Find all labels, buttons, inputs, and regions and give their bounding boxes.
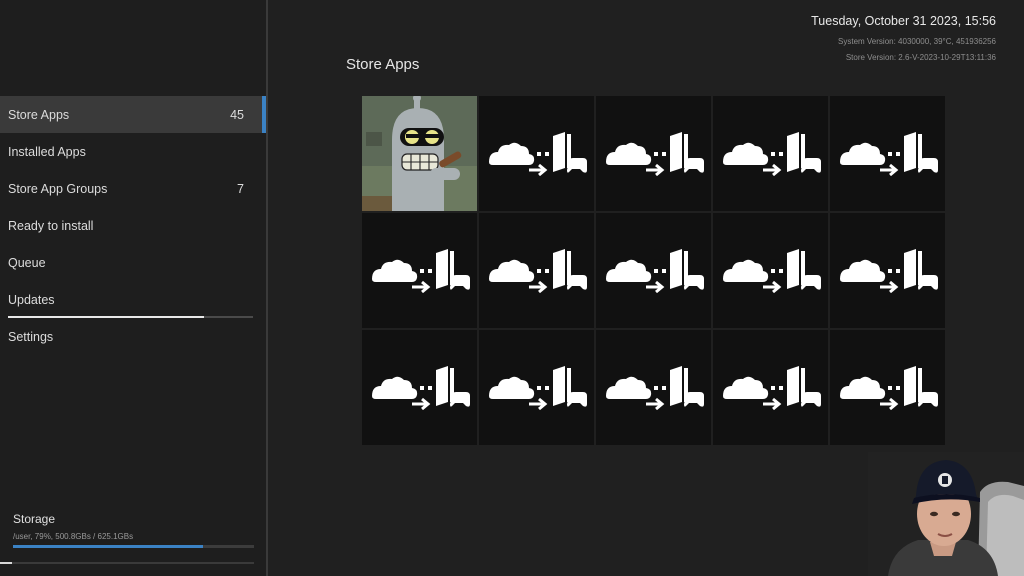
cloud-download-to-console-icon [488,365,587,410]
app-tile[interactable] [362,330,477,445]
storage-detail: /user, 79%, 500.8GBs / 625.1GBs [13,532,134,541]
cloud-download-to-console-icon [722,248,821,293]
cloud-download-to-console-icon [488,131,587,176]
webcam-overlay [868,452,1024,576]
updates-progress-bar [8,316,253,318]
system-version: System Version: 4030000, 39°C, 451936256 [838,37,996,46]
sidebar-item-label: Settings [8,329,54,344]
sidebar-item-updates[interactable]: Updates [0,281,266,318]
app-tile[interactable] [830,96,945,211]
sidebar-scroll-indicator [0,562,254,564]
cloud-download-to-console-icon [722,131,821,176]
cloud-download-to-console-icon [605,248,704,293]
app-tile[interactable] [830,330,945,445]
cloud-download-to-console-icon [371,365,470,410]
cloud-download-to-console-icon [839,131,938,176]
app-tile[interactable] [713,330,828,445]
app-tile-featured[interactable] [362,96,477,211]
app-tile[interactable] [713,96,828,211]
cloud-download-to-console-icon [722,365,821,410]
sidebar-item-label: Store Apps [8,107,70,122]
page-title: Store Apps [346,56,420,73]
storage-usage-fill [13,545,204,548]
app-thumbnail-image [362,96,477,211]
updates-progress-fill [8,316,204,318]
app-tile[interactable] [479,96,594,211]
sidebar-item-store-apps[interactable]: Store Apps 45 [0,96,266,133]
cloud-download-to-console-icon [371,248,470,293]
sidebar-item-installed-apps[interactable]: Installed Apps [0,133,266,170]
store-version: Store Version: 2.6-V-2023-10-29T13:11:36 [845,53,996,62]
header-info: Tuesday, October 31 2023, 15:56 System V… [811,14,996,62]
sidebar-item-label: Store App Groups [8,181,108,196]
app-grid [362,96,945,445]
sidebar-item-store-app-groups[interactable]: Store App Groups 7 [0,170,266,207]
sidebar-item-label: Ready to install [8,218,94,233]
webcam-person-image [868,452,1024,576]
datetime: Tuesday, October 31 2023, 15:56 [811,14,996,28]
sidebar-item-label: Updates [8,292,55,307]
app-tile[interactable] [479,330,594,445]
cloud-download-to-console-icon [488,248,587,293]
app-tile[interactable] [830,213,945,328]
app-tile[interactable] [596,330,711,445]
cloud-download-to-console-icon [605,365,704,410]
sidebar-item-label: Installed Apps [8,144,86,159]
sidebar-scroll-thumb [0,562,12,564]
app-tile[interactable] [713,213,828,328]
app-tile[interactable] [362,213,477,328]
sidebar: Store Apps 45 Installed Apps Store App G… [0,0,268,576]
sidebar-item-count: 7 [237,181,244,196]
app-tile[interactable] [596,96,711,211]
storage-panel: Storage /user, 79%, 500.8GBs / 625.1GBs [13,512,254,548]
sidebar-item-settings[interactable]: Settings [0,318,266,355]
app-tile[interactable] [596,213,711,328]
storage-usage-bar [13,545,254,548]
sidebar-item-count: 45 [230,107,244,122]
sidebar-item-queue[interactable]: Queue [0,244,266,281]
cloud-download-to-console-icon [839,248,938,293]
sidebar-item-label: Queue [8,255,46,270]
sidebar-item-ready-to-install[interactable]: Ready to install [0,207,266,244]
cloud-download-to-console-icon [839,365,938,410]
storage-title: Storage [13,512,56,526]
cloud-download-to-console-icon [605,131,704,176]
app-tile[interactable] [479,213,594,328]
